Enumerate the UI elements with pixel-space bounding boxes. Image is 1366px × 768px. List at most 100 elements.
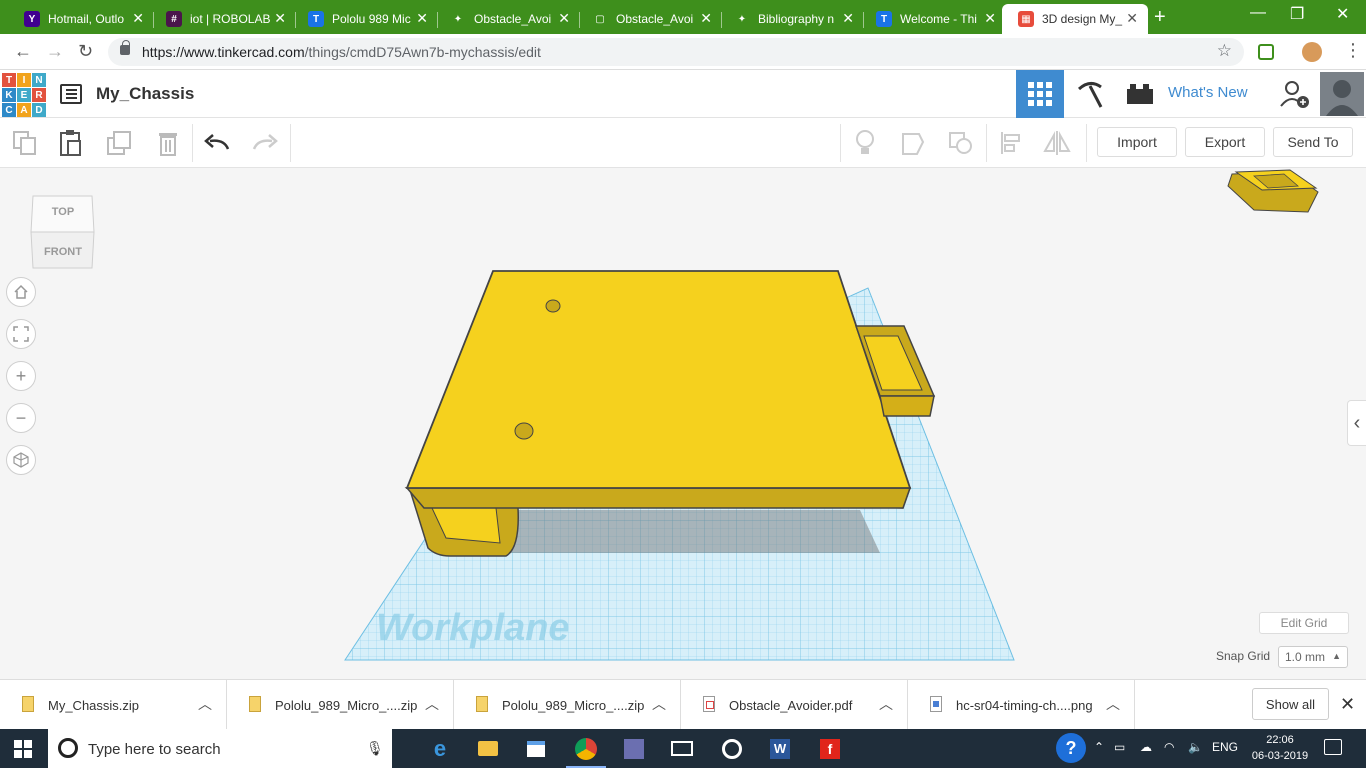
wifi-icon[interactable]: ◠	[1164, 740, 1174, 754]
bricks-view-button[interactable]	[1116, 70, 1164, 118]
scene[interactable]: Workplane	[0, 168, 1366, 679]
close-tab-icon[interactable]: ✕	[984, 10, 996, 27]
zoom-in-icon[interactable]: +	[6, 361, 36, 391]
import-button[interactable]: Import	[1097, 127, 1177, 157]
edit-grid-button[interactable]: Edit Grid	[1259, 612, 1349, 634]
close-tab-icon[interactable]: ✕	[274, 10, 286, 27]
view-cube-front[interactable]: FRONT	[28, 246, 98, 258]
chevron-up-icon[interactable]: ︿	[879, 694, 893, 714]
show-all-downloads-button[interactable]: Show all	[1252, 688, 1329, 720]
design-menu-icon[interactable]	[60, 84, 82, 104]
group-icon[interactable]	[898, 128, 928, 158]
perspective-icon[interactable]	[6, 445, 36, 475]
view-cube-top[interactable]: TOP	[28, 206, 98, 218]
user-avatar[interactable]	[1320, 72, 1364, 116]
media-icon[interactable]	[708, 729, 756, 768]
clock[interactable]: 22:06 06-03-2019	[1250, 732, 1310, 764]
home-view-icon[interactable]	[6, 277, 36, 307]
file-explorer-icon[interactable]	[464, 729, 512, 768]
design-canvas[interactable]: Workplane TOP FRONT + − ‹ Edit Grid Snap…	[0, 168, 1366, 679]
lightbulb-icon[interactable]	[850, 128, 880, 158]
redo-icon[interactable]	[250, 128, 280, 158]
maximize-button[interactable]: ❐	[1290, 4, 1304, 24]
foxit-icon[interactable]: f	[806, 729, 854, 768]
delete-icon[interactable]	[153, 128, 183, 158]
download-item[interactable]: Pololu_989_Micro_....zip ︿	[227, 680, 454, 730]
close-tab-icon[interactable]: ✕	[132, 10, 144, 27]
zoom-out-icon[interactable]: −	[6, 403, 36, 433]
chrome-icon[interactable]	[562, 729, 610, 768]
browser-tab[interactable]: T Pololu 989 Mic ✕	[292, 4, 438, 34]
windows-start-icon[interactable]	[14, 740, 32, 758]
view-cube[interactable]: TOP FRONT	[28, 192, 98, 272]
app-header: TIN KER CAD My_Chassis What's New	[0, 70, 1366, 118]
cortana-icon	[58, 738, 78, 758]
browser-tab[interactable]: T Welcome - Thi ✕	[860, 4, 1006, 34]
battery-icon[interactable]: ▭	[1114, 740, 1125, 754]
chrome-menu-icon[interactable]: ⋮	[1344, 40, 1362, 61]
mirror-icon[interactable]	[1042, 128, 1072, 158]
export-button[interactable]: Export	[1185, 127, 1265, 157]
minimize-button[interactable]: —	[1250, 4, 1266, 22]
language-indicator[interactable]: ENG	[1212, 740, 1238, 754]
download-item[interactable]: Obstacle_Avoider.pdf ︿	[681, 680, 908, 730]
grid-view-button[interactable]	[1016, 70, 1064, 118]
send-to-button[interactable]: Send To	[1273, 127, 1353, 157]
ungroup-icon[interactable]	[946, 128, 976, 158]
close-tab-icon[interactable]: ✕	[558, 10, 570, 27]
logo-letter: D	[32, 103, 46, 117]
copy-icon[interactable]	[10, 128, 40, 158]
chevron-up-icon[interactable]: ︿	[425, 694, 439, 714]
extension-icon[interactable]	[1258, 44, 1274, 60]
word-icon[interactable]: W	[756, 729, 804, 768]
close-tab-icon[interactable]: ✕	[842, 10, 854, 27]
action-center-icon[interactable]	[1324, 739, 1342, 755]
paste-icon[interactable]	[56, 128, 86, 158]
fit-view-icon[interactable]	[6, 319, 36, 349]
whats-new-link[interactable]: What's New	[1168, 84, 1248, 101]
tinkercad-logo[interactable]: TIN KER CAD	[2, 73, 46, 117]
calculator-icon[interactable]	[610, 729, 658, 768]
browser-tab[interactable]: ✦ Obstacle_Avoi ✕	[434, 4, 580, 34]
store-icon[interactable]	[512, 729, 560, 768]
align-icon[interactable]	[996, 128, 1026, 158]
close-downloads-icon[interactable]: ✕	[1340, 694, 1355, 715]
pickaxe-view-button[interactable]	[1066, 70, 1114, 118]
close-tab-icon[interactable]: ✕	[1126, 10, 1138, 27]
chevron-up-icon[interactable]: ︿	[1106, 694, 1120, 714]
forward-icon[interactable]: →	[46, 41, 64, 62]
network-icon[interactable]: ☁	[1140, 740, 1152, 754]
help-icon[interactable]: ?	[1056, 733, 1086, 763]
bookmark-star-icon[interactable]: ☆	[1217, 41, 1232, 61]
url-field[interactable]: https://www.tinkercad.com/things/cmdD75A…	[108, 38, 1244, 66]
back-icon[interactable]: ←	[14, 41, 32, 62]
chevron-up-icon[interactable]: ︿	[198, 694, 212, 714]
edge-icon[interactable]: e	[416, 729, 464, 768]
browser-tab[interactable]: ✦ Bibliography n ✕	[718, 4, 864, 34]
duplicate-icon[interactable]	[105, 128, 135, 158]
volume-icon[interactable]: 🔈	[1188, 740, 1203, 754]
shapes-panel-toggle[interactable]: ‹	[1347, 400, 1366, 446]
taskbar-search[interactable]: Type here to search 🎙	[48, 729, 392, 768]
browser-tab[interactable]: Y Hotmail, Outlo ✕	[8, 4, 154, 34]
add-collaborator-button[interactable]	[1270, 70, 1318, 118]
close-tab-icon[interactable]: ✕	[700, 10, 712, 27]
close-tab-icon[interactable]: ✕	[416, 10, 428, 27]
microphone-icon[interactable]: 🎙	[366, 740, 384, 757]
browser-tab[interactable]: ▦ 3D design My_ ✕	[1002, 4, 1148, 34]
undo-icon[interactable]	[202, 128, 232, 158]
download-item[interactable]: hc-sr04-timing-ch....png ︿	[908, 680, 1135, 730]
snap-grid-select[interactable]: 1.0 mm ▲	[1278, 646, 1348, 668]
close-window-button[interactable]: ✕	[1336, 4, 1349, 24]
chevron-up-icon[interactable]: ︿	[652, 694, 666, 714]
reload-icon[interactable]: ↻	[78, 41, 93, 62]
download-item[interactable]: My_Chassis.zip ︿	[0, 680, 227, 730]
new-tab-button[interactable]: +	[1154, 6, 1166, 29]
download-item[interactable]: Pololu_989_Micro_....zip ︿	[454, 680, 681, 730]
profile-avatar-icon[interactable]	[1302, 42, 1322, 62]
browser-tab[interactable]: # iot | ROBOLAB ✕	[150, 4, 296, 34]
browser-tab[interactable]: ▢ Obstacle_Avoi ✕	[576, 4, 722, 34]
mail-icon[interactable]	[658, 729, 706, 768]
design-title[interactable]: My_Chassis	[96, 84, 194, 104]
tray-expand-icon[interactable]: ⌃	[1094, 740, 1104, 754]
